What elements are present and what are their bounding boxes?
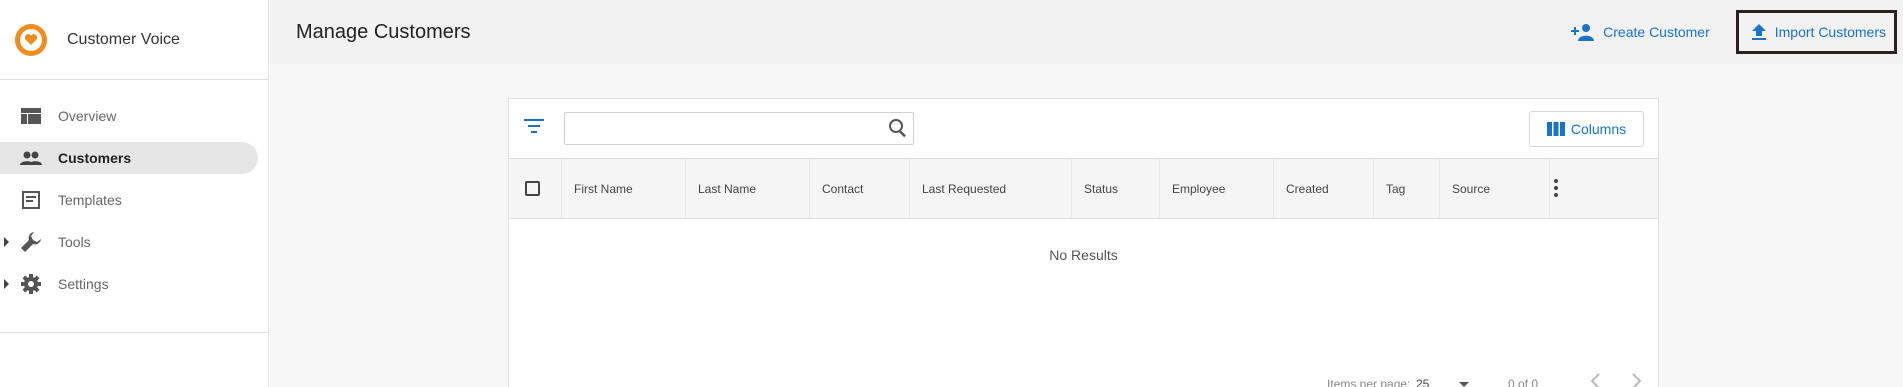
brand: Customer Voice	[0, 0, 268, 80]
create-customer-label: Create Customer	[1603, 24, 1710, 40]
people-icon	[20, 147, 42, 169]
sidebar-item-label: Templates	[58, 192, 122, 208]
create-customer-button[interactable]: Create Customer	[1563, 10, 1718, 54]
table-header-row: First Name Last Name Contact Last Reques…	[509, 158, 1658, 219]
add-person-icon	[1571, 23, 1595, 41]
search-icon[interactable]	[888, 118, 908, 143]
sidebar-item-settings[interactable]: Settings	[0, 268, 258, 300]
sidebar-item-overview[interactable]: Overview	[0, 100, 258, 132]
more-options-icon[interactable]	[1554, 179, 1558, 202]
columns-label: Columns	[1570, 121, 1627, 137]
items-per-page-label: Items per page:	[1327, 377, 1411, 387]
select-all-cell	[509, 159, 562, 218]
search-box	[564, 112, 914, 145]
sidebar-item-templates[interactable]: Templates	[0, 184, 258, 216]
column-header-first-name[interactable]: First Name	[562, 159, 686, 218]
column-header-created[interactable]: Created	[1274, 159, 1374, 218]
column-header-contact[interactable]: Contact	[810, 159, 910, 218]
filter-icon[interactable]	[524, 119, 544, 138]
app-name: Customer Voice	[67, 30, 180, 48]
column-header-source[interactable]: Source	[1440, 159, 1550, 218]
sidebar-item-label: Customers	[58, 150, 132, 166]
upload-icon	[1751, 23, 1767, 41]
dropdown-arrow-icon	[1459, 382, 1469, 387]
sidebar-item-customers[interactable]: Customers	[0, 142, 258, 174]
sidebar-item-tools[interactable]: Tools	[0, 226, 258, 258]
main-content: Manage Customers Create Customer Import …	[270, 0, 1903, 387]
column-header-employee[interactable]: Employee	[1160, 159, 1274, 218]
sidebar-nav: Overview Customers Templates Tools Setti…	[0, 80, 268, 300]
column-header-last-name[interactable]: Last Name	[686, 159, 810, 218]
customers-table-card: Columns First Name Last Name Contact Las…	[508, 98, 1659, 387]
import-customers-label: Import Customers	[1774, 24, 1886, 40]
empty-state-text: No Results	[1049, 247, 1118, 263]
sidebar: Customer Voice Overview Customers Templa…	[0, 0, 269, 387]
sidebar-divider	[0, 332, 268, 333]
column-header-last-requested[interactable]: Last Requested	[910, 159, 1072, 218]
page-range-label: 0 of 0	[1508, 377, 1539, 387]
import-customers-button[interactable]: Import Customers	[1735, 10, 1897, 54]
sidebar-item-label: Tools	[58, 234, 91, 250]
gear-icon	[20, 273, 42, 295]
previous-page-icon[interactable]	[1589, 372, 1603, 387]
columns-button[interactable]: Columns	[1529, 111, 1644, 147]
expand-caret-icon	[4, 279, 9, 289]
sidebar-item-label: Overview	[58, 108, 117, 124]
dashboard-icon	[20, 105, 42, 127]
header-actions: Create Customer Import Customers	[1563, 10, 1897, 54]
heart-logo-icon	[15, 23, 47, 56]
column-header-tag[interactable]: Tag	[1374, 159, 1440, 218]
wrench-icon	[20, 231, 42, 253]
page-title: Manage Customers	[296, 20, 471, 43]
expand-caret-icon	[4, 237, 9, 247]
select-all-checkbox[interactable]	[525, 181, 540, 196]
items-per-page-value: 25	[1416, 377, 1430, 387]
items-per-page-select[interactable]: 25	[1416, 373, 1473, 387]
page-header: Manage Customers Create Customer Import …	[270, 0, 1903, 64]
columns-icon	[1546, 122, 1565, 136]
table-toolbar: Columns	[509, 99, 1658, 158]
column-header-status[interactable]: Status	[1072, 159, 1160, 218]
sidebar-item-label: Settings	[58, 276, 109, 292]
search-input[interactable]	[565, 113, 875, 144]
paginator: Items per page: 25 0 of 0	[509, 369, 1658, 387]
template-icon	[20, 189, 42, 211]
next-page-icon[interactable]	[1629, 372, 1643, 387]
